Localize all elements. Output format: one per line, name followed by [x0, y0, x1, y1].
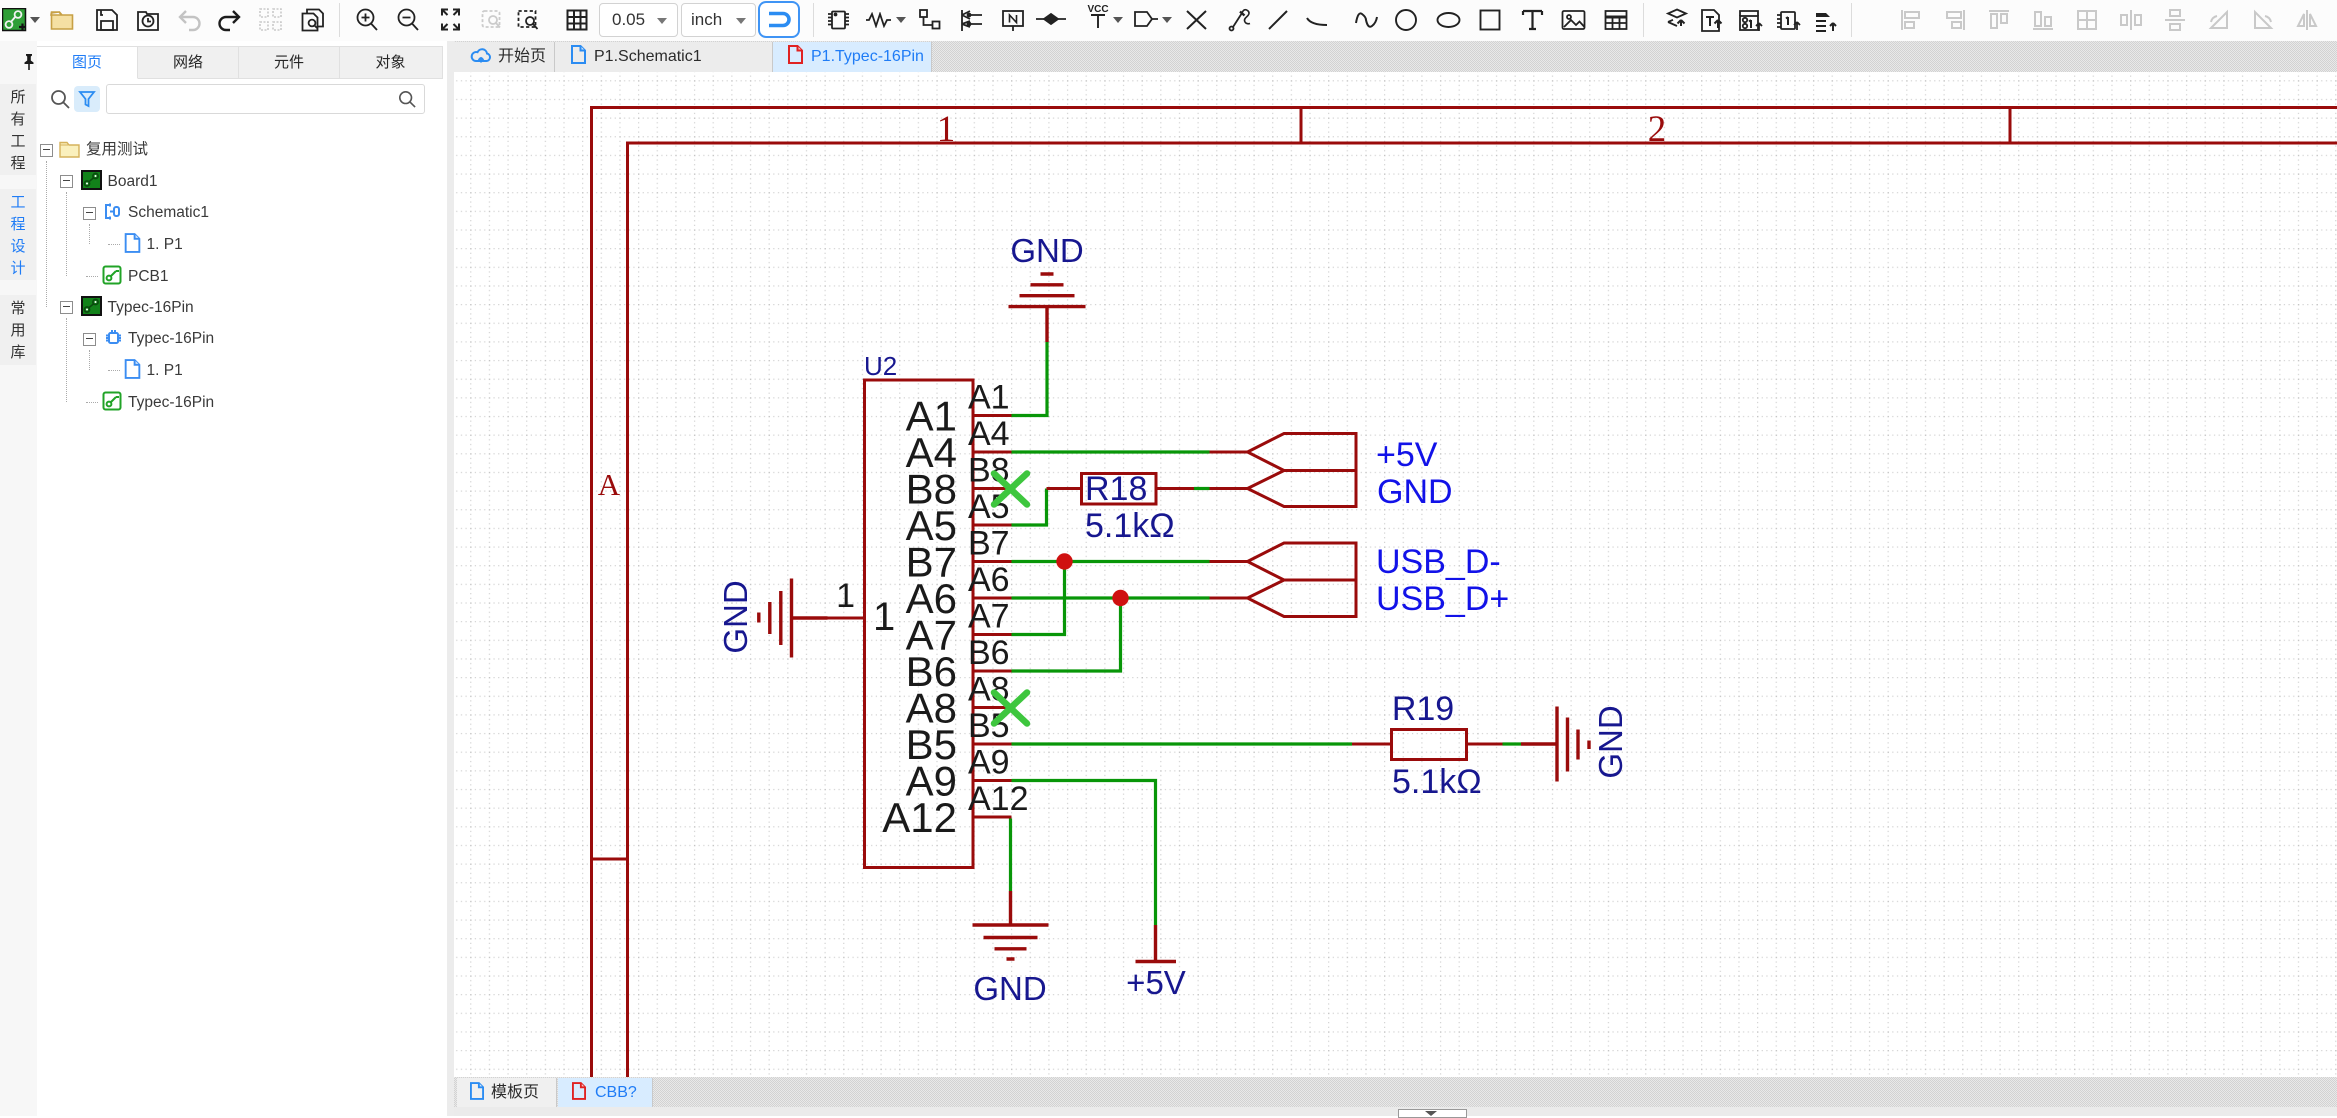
svg-text:5.1kΩ: 5.1kΩ — [1085, 507, 1175, 545]
svg-text:B6: B6 — [968, 634, 1010, 672]
svg-text:A12: A12 — [968, 780, 1029, 818]
svg-text:5.1kΩ: 5.1kΩ — [1392, 763, 1482, 801]
svg-text:R18: R18 — [1085, 470, 1147, 508]
svg-text:B7: B7 — [968, 525, 1010, 563]
svg-text:1: 1 — [836, 577, 855, 615]
svg-text:GND: GND — [973, 970, 1046, 1007]
svg-text:R19: R19 — [1392, 690, 1454, 728]
svg-text:A12: A12 — [882, 794, 957, 841]
svg-text:USB_D+: USB_D+ — [1376, 580, 1509, 618]
svg-text:+5V: +5V — [1376, 436, 1438, 474]
svg-text:U2: U2 — [864, 351, 897, 381]
svg-text:GND: GND — [1010, 232, 1083, 269]
svg-text:+5V: +5V — [1126, 964, 1186, 1001]
svg-text:GND: GND — [1592, 705, 1629, 778]
svg-text:GND: GND — [1377, 473, 1453, 511]
svg-text:A: A — [598, 467, 621, 502]
svg-text:2: 2 — [1648, 109, 1667, 150]
svg-text:USB_D-: USB_D- — [1376, 543, 1501, 581]
svg-text:A6: A6 — [968, 561, 1010, 599]
svg-text:1: 1 — [873, 595, 895, 639]
svg-text:A7: A7 — [968, 598, 1010, 636]
svg-text:GND: GND — [717, 580, 754, 653]
svg-text:A1: A1 — [968, 379, 1010, 417]
svg-text:A9: A9 — [968, 744, 1010, 782]
svg-text:VCC: VCC — [1087, 5, 1108, 15]
svg-text:A4: A4 — [968, 415, 1010, 453]
svg-text:1: 1 — [937, 109, 956, 150]
